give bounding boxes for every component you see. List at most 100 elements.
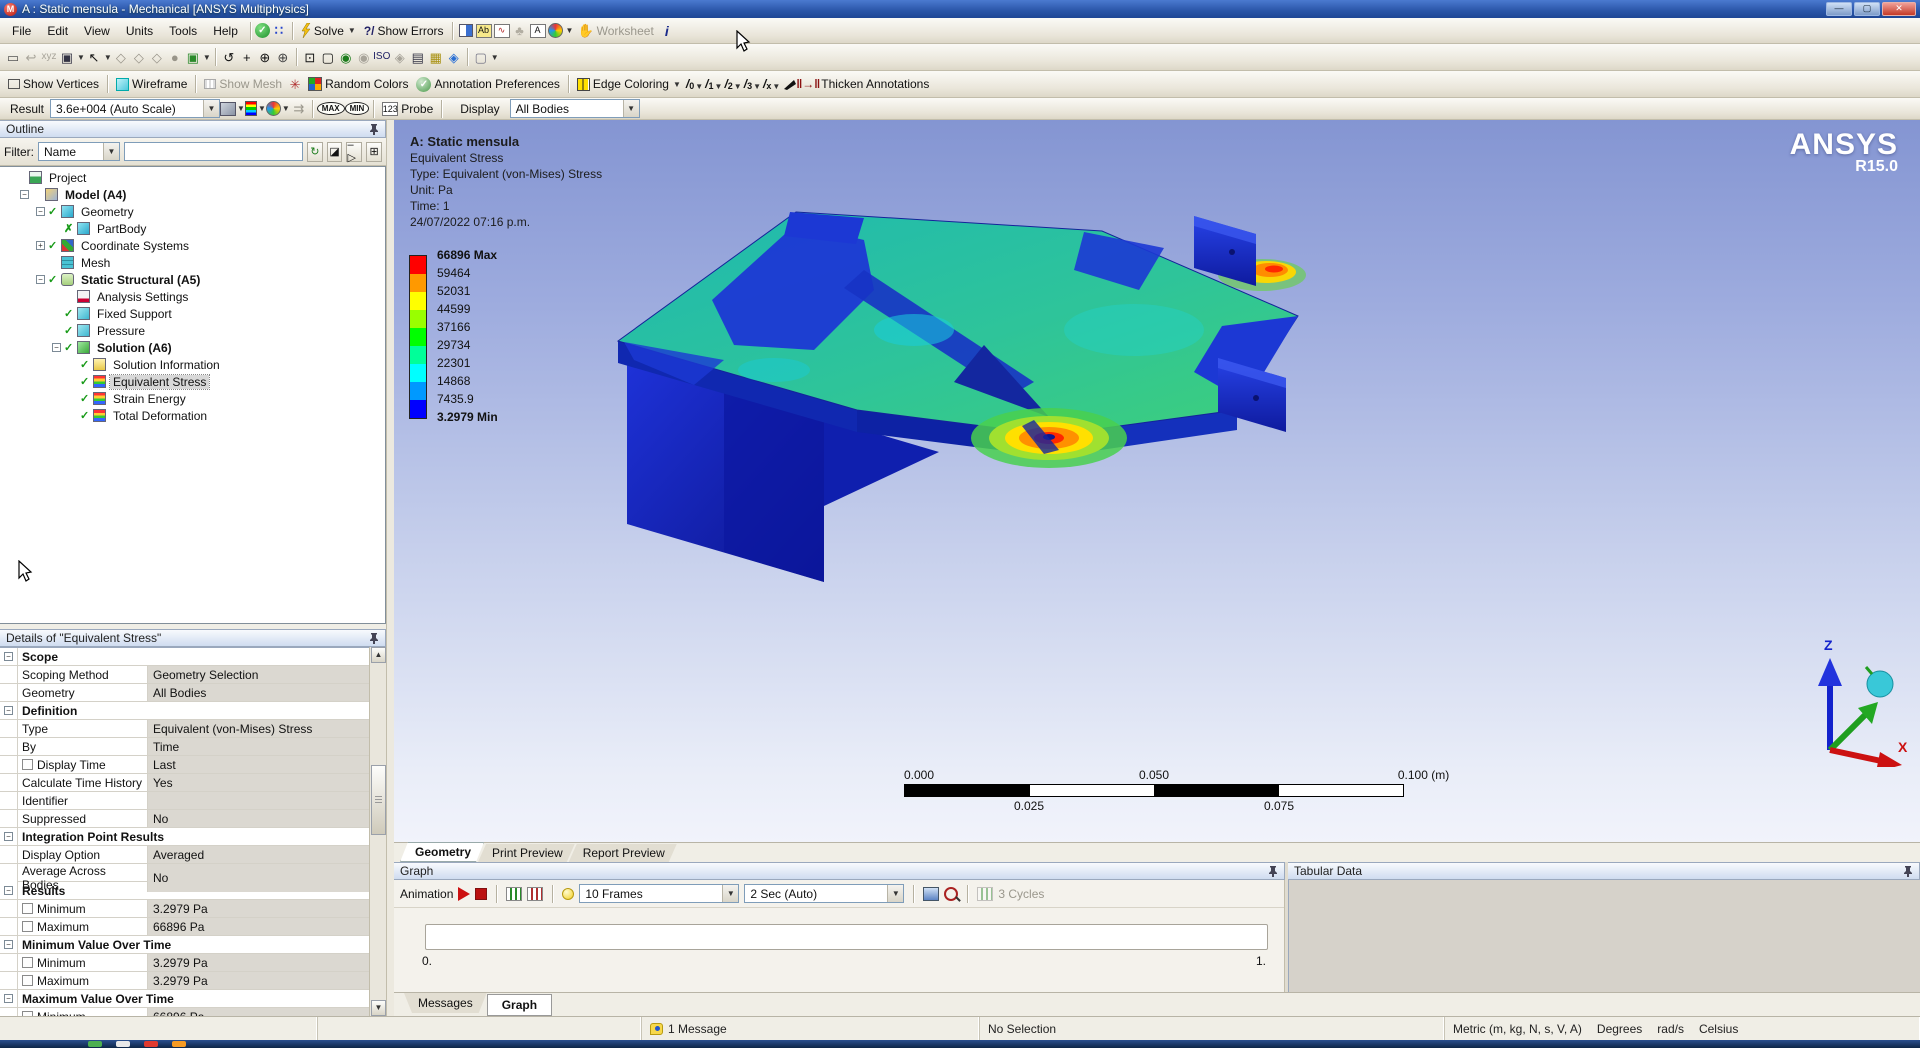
tree-item-total-deformation[interactable]: ✓Total Deformation xyxy=(0,407,385,424)
tree-expander-icon[interactable]: − xyxy=(20,190,29,199)
details-row-minimum[interactable]: Minimum3.2979 Pa xyxy=(0,954,369,972)
box-zoom-icon[interactable]: ⊡ xyxy=(301,48,319,66)
details-value[interactable]: No xyxy=(148,810,369,827)
collapse-icon[interactable]: − xyxy=(4,832,13,841)
details-value[interactable]: Yes xyxy=(148,774,369,791)
triad-toggle-icon[interactable]: ✳ xyxy=(286,75,304,93)
details-row-display-option[interactable]: Display OptionAveraged xyxy=(0,846,369,864)
details-row-identifier[interactable]: Identifier xyxy=(0,792,369,810)
interrupt-icon[interactable]: ∷ xyxy=(270,22,288,40)
random-colors-button[interactable]: Random Colors xyxy=(304,76,412,92)
tree-item-coordinate-systems[interactable]: +✓Coordinate Systems xyxy=(0,237,385,254)
details-value[interactable]: Geometry Selection xyxy=(148,666,369,683)
tab-geometry[interactable]: Geometry xyxy=(400,842,484,862)
probe-button[interactable]: 123 Probe xyxy=(378,101,437,117)
info-icon[interactable]: i xyxy=(658,22,676,40)
details-row-type[interactable]: TypeEquivalent (von-Mises) Stress xyxy=(0,720,369,738)
result-scale-combo[interactable]: 3.6e+004 (Auto Scale)▼ xyxy=(50,99,220,118)
edge-pen-0-button[interactable]: /0▼ xyxy=(686,77,703,91)
collapse-icon[interactable]: − xyxy=(4,706,13,715)
tree-item-pressure[interactable]: ✓Pressure xyxy=(0,322,385,339)
edge-pen-1-button[interactable]: /1▼ xyxy=(705,77,722,91)
taskbar-icon[interactable] xyxy=(88,1041,102,1047)
details-value[interactable]: Time xyxy=(148,738,369,755)
tree-item-model-a4-[interactable]: −Model (A4) xyxy=(0,186,385,203)
collapse-icon[interactable]: − xyxy=(4,940,13,949)
display-combo[interactable]: All Bodies▼ xyxy=(510,99,640,118)
edge-pen-x-button[interactable]: /x▼ xyxy=(763,77,780,91)
filter-search-input[interactable] xyxy=(124,142,303,161)
details-row-maximum[interactable]: Maximum66896 Pa xyxy=(0,918,369,936)
taskbar-icon[interactable] xyxy=(144,1041,158,1047)
details-value[interactable]: Averaged xyxy=(148,846,369,863)
details-value[interactable]: Equivalent (von-Mises) Stress xyxy=(148,720,369,737)
tree-expander-icon[interactable]: − xyxy=(36,275,45,284)
expand-tree-icon[interactable]: –▷ xyxy=(346,142,362,162)
minimize-button[interactable]: — xyxy=(1826,2,1852,16)
show-vertices-button[interactable]: Show Vertices xyxy=(4,76,103,92)
edge-coloring-button[interactable]: Edge Coloring▼ xyxy=(573,76,685,92)
menu-file[interactable]: File xyxy=(4,22,39,40)
extend-selection-icon[interactable]: ▣ xyxy=(184,48,202,66)
geometry-display-icon[interactable] xyxy=(220,102,236,116)
magnifier-back-icon[interactable]: ◉ xyxy=(337,48,355,66)
contour-bands-icon[interactable] xyxy=(245,101,257,116)
edge-pen-2-button[interactable]: /2▼ xyxy=(724,77,741,91)
annotation-preferences-button[interactable]: ✓ Annotation Preferences xyxy=(412,76,563,93)
menu-view[interactable]: View xyxy=(76,22,118,40)
details-row-display-time[interactable]: Display TimeLast xyxy=(0,756,369,774)
stop-icon[interactable] xyxy=(475,888,487,900)
vertex-filter-icon[interactable]: ◇ xyxy=(112,48,130,66)
tab-graph[interactable]: Graph xyxy=(487,994,552,1016)
frames-combo[interactable]: 10 Frames▼ xyxy=(579,884,739,903)
menu-edit[interactable]: Edit xyxy=(39,22,76,40)
duration-combo[interactable]: 2 Sec (Auto)▼ xyxy=(744,884,904,903)
solve-button[interactable]: Solve▼ xyxy=(297,22,360,39)
scroll-down-icon[interactable]: ▼ xyxy=(371,1000,386,1016)
taskbar-icon[interactable] xyxy=(172,1041,186,1047)
color-scheme-icon[interactable] xyxy=(547,22,565,40)
tree-item-strain-energy[interactable]: ✓Strain Energy xyxy=(0,390,385,407)
export-video-icon[interactable] xyxy=(923,887,939,901)
zoom-fit-icon[interactable]: ▢ xyxy=(319,48,337,66)
zoom-in-icon[interactable]: ⊕ xyxy=(274,48,292,66)
tree-item-solution-information[interactable]: ✓Solution Information xyxy=(0,356,385,373)
min-probe-button[interactable]: MIN xyxy=(345,102,370,115)
orientation-triad[interactable]: Z X xyxy=(1790,632,1910,767)
tree-expander-icon[interactable]: − xyxy=(52,343,61,352)
tags-icon[interactable]: ▦ xyxy=(427,48,445,66)
message-status[interactable]: 1 Message xyxy=(642,1017,980,1040)
windows-taskbar[interactable] xyxy=(0,1040,1920,1048)
tab-messages[interactable]: Messages xyxy=(404,993,487,1013)
tree-item-solution-a6-[interactable]: −✓Solution (A6) xyxy=(0,339,385,356)
maximize-button[interactable]: ▢ xyxy=(1854,2,1880,16)
eraser-icon[interactable]: ◪ xyxy=(327,142,343,162)
details-row-by[interactable]: ByTime xyxy=(0,738,369,756)
details-scrollbar[interactable]: ▲ ▼ xyxy=(369,647,386,1016)
face-filter-icon[interactable]: ◇ xyxy=(148,48,166,66)
rotate-icon[interactable]: ↺ xyxy=(220,48,238,66)
pin-icon[interactable] xyxy=(369,123,379,135)
animation-timeline[interactable] xyxy=(425,924,1268,950)
tree-item-analysis-settings[interactable]: Analysis Settings xyxy=(0,288,385,305)
magnifier-forward-icon[interactable]: ◉ xyxy=(355,48,373,66)
details-row-scoping-method[interactable]: Scoping MethodGeometry Selection xyxy=(0,666,369,684)
details-row-minimum[interactable]: Minimum3.2979 Pa xyxy=(0,900,369,918)
details-row-calculate-time-history[interactable]: Calculate Time HistoryYes xyxy=(0,774,369,792)
look-at-icon[interactable]: ◈ xyxy=(391,48,409,66)
tree-item-geometry[interactable]: −✓Geometry xyxy=(0,203,385,220)
select-information-icon[interactable]: ▭ xyxy=(4,48,22,66)
menu-help[interactable]: Help xyxy=(205,22,246,40)
details-value[interactable]: 3.2979 Pa xyxy=(148,972,369,989)
max-probe-button[interactable]: MAX xyxy=(317,102,345,115)
show-errors-button[interactable]: ?/ Show Errors xyxy=(360,23,448,39)
new-label-icon[interactable]: Ab xyxy=(475,22,493,40)
edge-pen-3-button[interactable]: /3▼ xyxy=(744,77,761,91)
tree-expander-icon[interactable]: + xyxy=(36,241,45,250)
panel-splitter[interactable] xyxy=(386,120,394,1016)
thicken-annotations-button[interactable]: Thicken Annotations xyxy=(817,76,933,92)
select-type-icon[interactable]: ▣ xyxy=(58,48,76,66)
swatch-icon[interactable]: ▢ xyxy=(472,48,490,66)
checkbox[interactable] xyxy=(22,957,33,968)
tree-item-fixed-support[interactable]: ✓Fixed Support xyxy=(0,305,385,322)
